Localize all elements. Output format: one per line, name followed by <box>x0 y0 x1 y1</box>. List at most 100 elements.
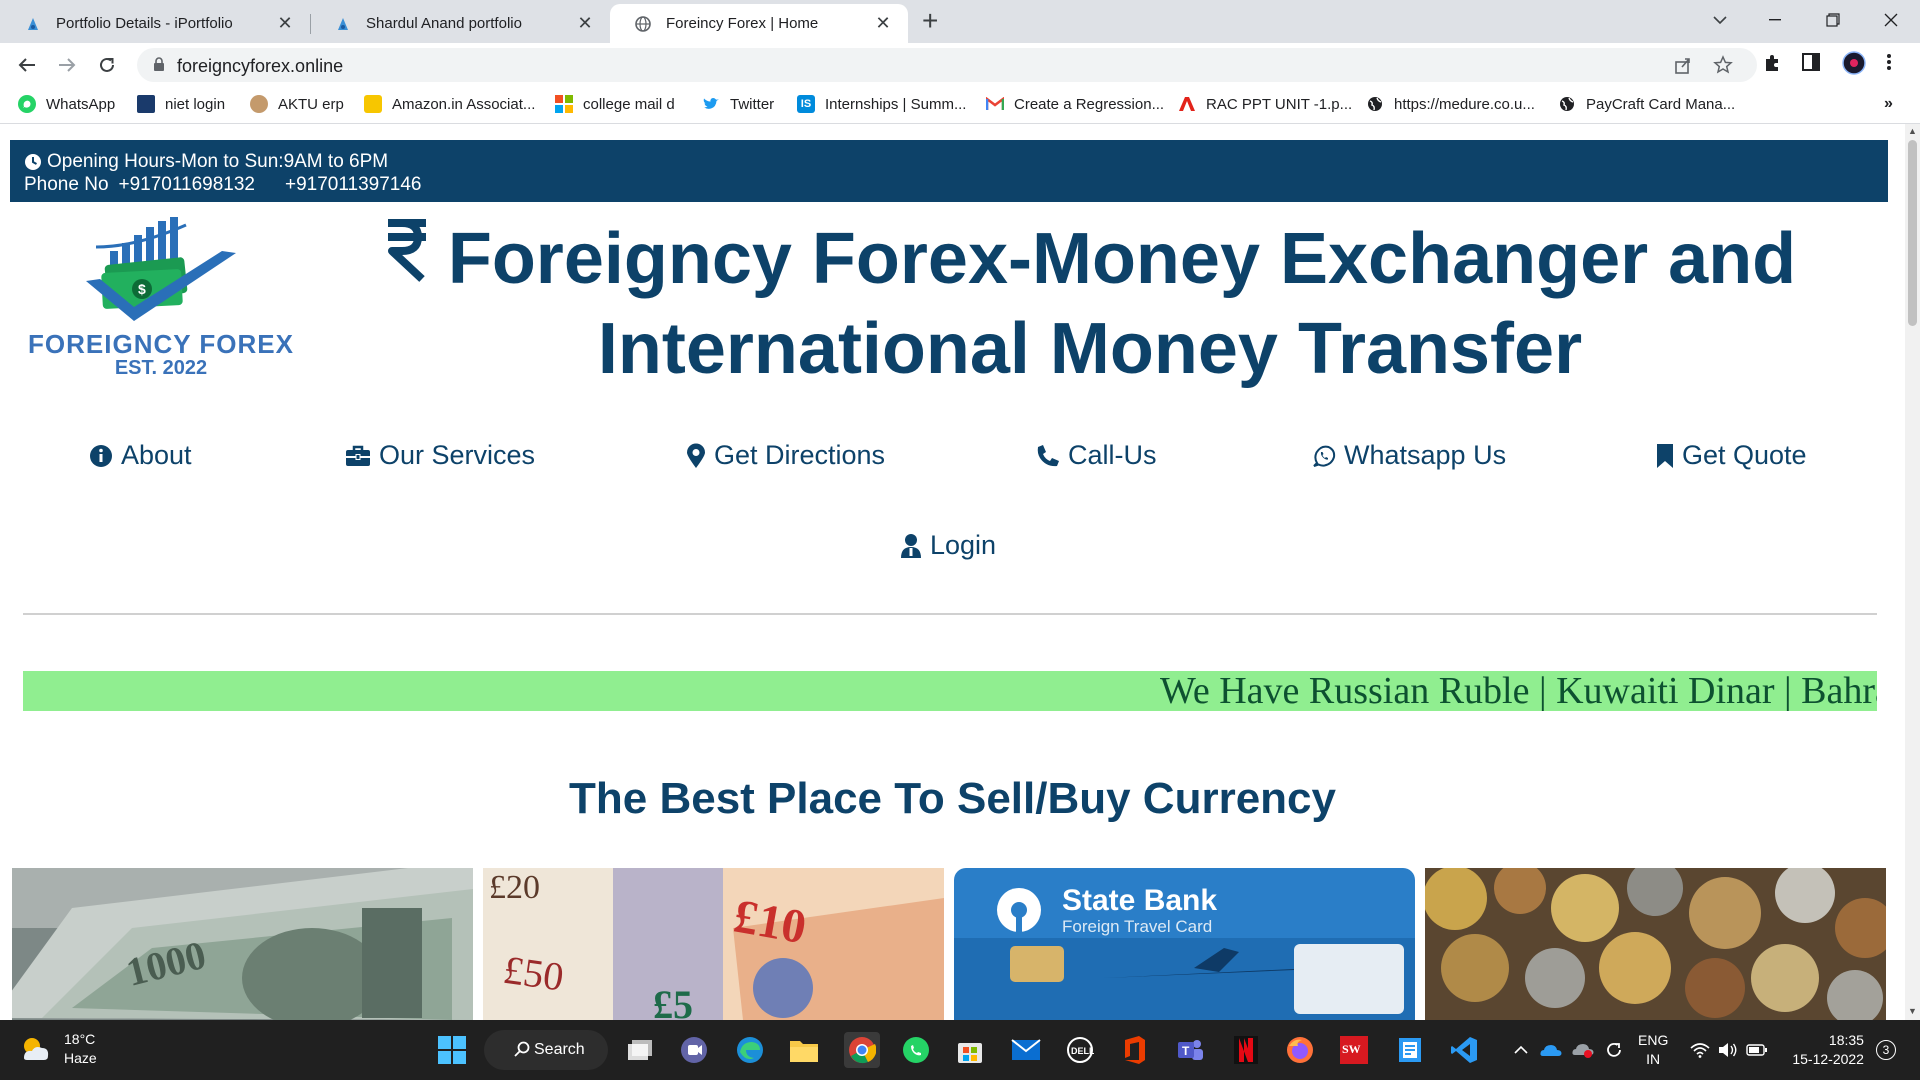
forward-icon[interactable] <box>52 51 82 79</box>
whatsapp-app-icon[interactable] <box>898 1032 934 1068</box>
reload-icon[interactable] <box>92 51 122 79</box>
page-viewport: Opening Hours-Mon to Sun:9AM to 6PM Phon… <box>0 124 1905 1020</box>
nav-call-us[interactable]: Call-Us <box>1036 440 1157 471</box>
clock-icon <box>24 153 42 171</box>
gallery-image-sbi-card[interactable]: State Bank Foreign Travel Card <box>954 868 1415 1020</box>
bookmark-niet-login[interactable]: niet login <box>137 95 225 113</box>
wifi-icon[interactable] <box>1690 1042 1710 1058</box>
close-window-icon[interactable] <box>1866 0 1916 40</box>
bookmark-amazon-associates[interactable]: Amazon.in Associat... <box>364 95 535 113</box>
weather-temperature: 18°C <box>64 1031 96 1047</box>
tab-search-chevron-icon[interactable] <box>1695 0 1745 40</box>
scroll-down-icon[interactable]: ▼ <box>1908 1006 1917 1016</box>
microsoft-store-icon[interactable] <box>952 1032 988 1068</box>
site-logo[interactable]: $ FOREIGNCY FOREX EST. 2022 <box>26 217 296 387</box>
show-hidden-icons-chevron-icon[interactable] <box>1514 1045 1528 1055</box>
minimize-icon[interactable] <box>1750 0 1800 40</box>
search-icon <box>514 1041 530 1057</box>
volume-icon[interactable] <box>1718 1042 1738 1058</box>
briefcase-icon <box>346 445 370 466</box>
internshala-icon: IS <box>797 95 815 113</box>
edge-icon[interactable] <box>732 1032 768 1068</box>
phone-number-2[interactable]: +917011397146 <box>285 173 422 196</box>
gallery-image-ruble[interactable]: 1000 <box>12 868 473 1020</box>
nav-login[interactable]: Login <box>900 530 996 561</box>
weather-haze-icon <box>18 1034 52 1064</box>
bookmark-twitter[interactable]: Twitter <box>702 95 774 113</box>
ticker-text: We Have Russian Ruble | Kuwaiti Dinar | … <box>1160 671 1877 711</box>
sync-icon[interactable] <box>1604 1040 1624 1060</box>
bookmark-whatsapp[interactable]: WhatsApp <box>18 95 115 113</box>
teams-chat-icon[interactable] <box>676 1032 712 1068</box>
input-language[interactable]: ENG IN <box>1638 1031 1668 1069</box>
file-explorer-icon[interactable] <box>786 1032 822 1068</box>
firefox-icon[interactable] <box>1282 1032 1318 1068</box>
task-view-icon[interactable] <box>622 1032 658 1068</box>
office-icon[interactable] <box>1116 1032 1152 1068</box>
onedrive-error-icon[interactable] <box>1572 1042 1594 1058</box>
scroll-up-icon[interactable]: ▲ <box>1908 126 1917 136</box>
currency-ticker: We Have Russian Ruble | Kuwaiti Dinar | … <box>23 671 1877 711</box>
side-panel-icon[interactable] <box>1802 53 1820 77</box>
bookmark-paycraft[interactable]: PayCraft Card Mana... <box>1558 95 1735 113</box>
aktu-icon <box>250 95 268 113</box>
taskbar-search[interactable]: Search <box>484 1030 608 1070</box>
notes-app-icon[interactable] <box>1392 1032 1428 1068</box>
close-tab-icon[interactable]: ✕ <box>872 13 894 34</box>
card-bank-name: State Bank <box>1062 884 1217 917</box>
bookmark-medure[interactable]: https://medure.co.u... <box>1366 95 1535 113</box>
nav-about[interactable]: About <box>89 440 192 471</box>
nav-whatsapp-us[interactable]: Whatsapp Us <box>1312 440 1506 471</box>
more-bookmarks-icon[interactable]: » <box>1884 95 1893 113</box>
new-tab-icon[interactable]: + <box>922 6 938 36</box>
weather-widget[interactable]: 18°C Haze <box>18 1030 97 1068</box>
nav-our-services[interactable]: Our Services <box>345 440 535 471</box>
close-tab-icon[interactable]: ✕ <box>574 13 596 34</box>
address-bar[interactable]: foreigncyforex.online <box>137 48 1757 82</box>
mail-icon[interactable] <box>1008 1032 1044 1068</box>
vscode-icon[interactable] <box>1446 1032 1482 1068</box>
lock-icon[interactable] <box>153 57 165 77</box>
browser-menu-icon[interactable] <box>1886 53 1892 77</box>
tab-shardul-portfolio[interactable]: Shardul Anand portfolio ✕ <box>310 4 610 43</box>
bookmark-star-icon[interactable] <box>1713 55 1733 81</box>
windows-start-icon[interactable] <box>434 1032 470 1068</box>
clock-date[interactable]: 18:35 15-12-2022 <box>1792 1031 1864 1069</box>
page-scrollbar[interactable]: ▲ ▼ <box>1905 124 1920 1020</box>
bookmark-internshala[interactable]: IS Internships | Summ... <box>797 95 966 113</box>
tab-title: Shardul Anand portfolio <box>366 15 522 32</box>
tab-foreigncy-home[interactable]: Foreincy Forex | Home ✕ <box>610 4 908 43</box>
netflix-icon[interactable] <box>1228 1032 1264 1068</box>
phone-number-1[interactable]: +917011698132 <box>119 173 256 196</box>
weather-description: Haze <box>64 1050 97 1066</box>
gallery-image-pound[interactable]: £20 £10 £50 £5 <box>483 868 944 1020</box>
chrome-icon[interactable] <box>844 1032 880 1068</box>
system-tray: ENG IN 18:35 15-12-2022 3 <box>1514 1020 1896 1080</box>
nav-get-quote[interactable]: Get Quote <box>1656 440 1807 471</box>
logo-established: EST. 2022 <box>114 357 208 379</box>
site-title-line-2: International Money Transfer <box>597 309 1583 389</box>
dell-icon[interactable]: DELL <box>1062 1032 1098 1068</box>
svg-text:£50: £50 <box>501 947 567 1000</box>
battery-icon[interactable] <box>1746 1043 1768 1057</box>
scrollbar-thumb[interactable] <box>1908 140 1917 326</box>
bookmark-rac-ppt[interactable]: RAC PPT UNIT -1.p... <box>1178 95 1352 113</box>
niet-icon <box>137 95 155 113</box>
nav-get-directions[interactable]: Get Directions <box>686 440 885 471</box>
teams-icon[interactable]: T <box>1172 1032 1208 1068</box>
tab-portfolio-details[interactable]: Portfolio Details - iPortfolio ✕ <box>0 4 310 43</box>
solidworks-icon[interactable]: SW <box>1336 1032 1372 1068</box>
share-icon[interactable] <box>1673 55 1693 81</box>
extensions-icon[interactable] <box>1762 53 1782 79</box>
close-tab-icon[interactable]: ✕ <box>274 13 296 34</box>
restore-icon[interactable] <box>1808 0 1858 40</box>
onedrive-icon[interactable] <box>1540 1043 1562 1057</box>
svg-text:T: T <box>1182 1044 1190 1058</box>
profile-avatar[interactable] <box>1842 51 1866 81</box>
notification-badge[interactable]: 3 <box>1875 1040 1896 1060</box>
back-icon[interactable] <box>12 51 42 79</box>
bookmark-aktu-erp[interactable]: AKTU erp <box>250 95 344 113</box>
bookmark-college-mail[interactable]: college mail d <box>555 95 675 113</box>
gallery-image-coins[interactable] <box>1425 868 1886 1020</box>
bookmark-gmail-regression[interactable]: Create a Regression... <box>986 95 1164 113</box>
